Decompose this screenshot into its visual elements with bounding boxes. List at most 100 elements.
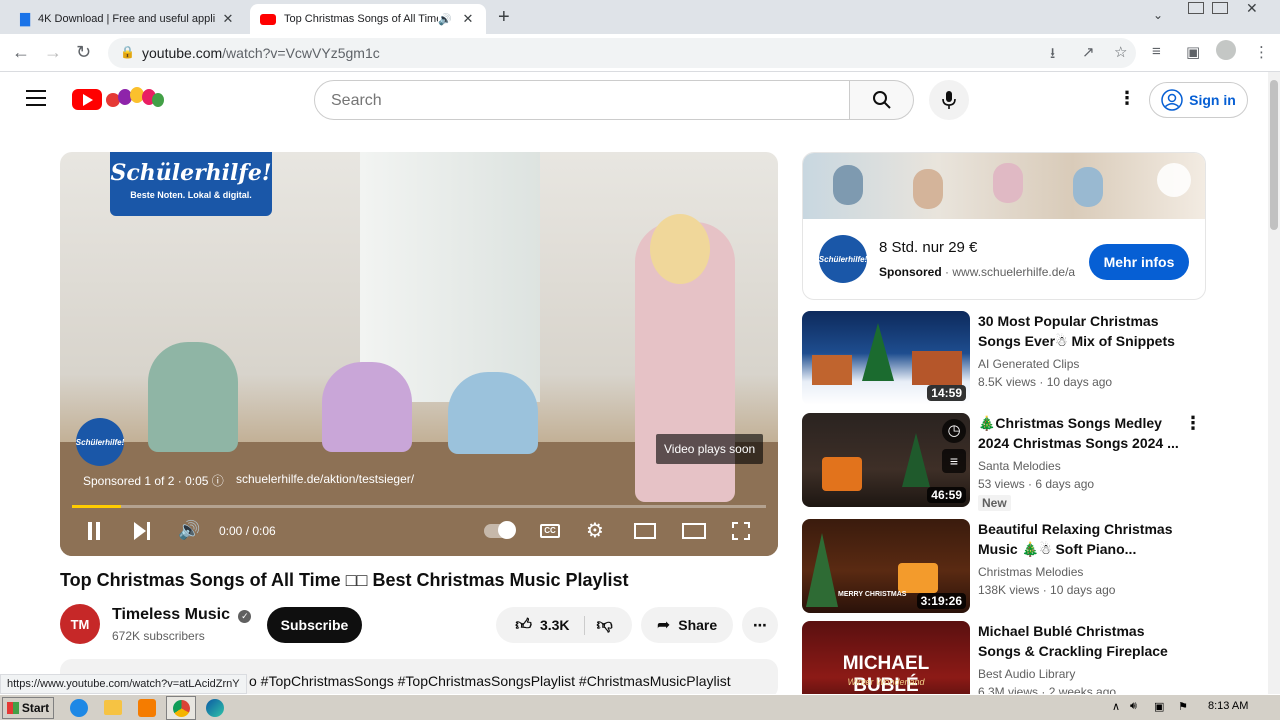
video-title: Top Christmas Songs of All Time □□ Best … [60,570,629,590]
edge-icon[interactable] [206,699,224,717]
search-input[interactable]: Search [314,80,850,120]
like-button[interactable]: 👍︎ 3.3K [515,615,585,635]
fullscreen-icon[interactable] [732,522,750,540]
video-plays-soon[interactable]: Video plays soon [656,434,764,464]
tab-title: 4K Download | Free and useful appli [38,13,216,25]
more-actions-button[interactable]: ⋯ [742,607,778,643]
scrollbar-thumb[interactable] [1270,80,1278,230]
ad-url-link[interactable]: schuelerhilfe.de/aktion/testsieger/ [236,472,414,486]
video-meta: 8.5K views · 10 days ago [978,375,1113,389]
autoplay-toggle[interactable] [484,521,516,539]
browser-toolbar: ← → ↻ 🔒 youtube.com/watch?v=VcwVYz5gm1c … [0,34,1280,72]
theater-mode-icon[interactable] [682,523,706,539]
minimize-button[interactable] [1188,2,1204,14]
watch-later-icon[interactable]: ◷ [942,419,966,443]
doodle-logo-icon[interactable] [106,85,166,111]
chrome-taskbar-button[interactable] [166,696,196,720]
tray-volume-icon[interactable]: 🔊︎ [1130,700,1137,713]
tray-flag-icon[interactable]: ⚑ [1178,700,1188,713]
captions-icon[interactable]: CC [540,524,560,538]
channel-name[interactable]: Timeless Music [112,606,230,623]
youtube-logo-icon[interactable] [72,89,102,110]
time-display: 0:00 / 0:06 [219,524,276,538]
subscribe-button[interactable]: Subscribe [267,607,362,643]
hamburger-menu-icon[interactable] [26,90,46,106]
video-thumbnail[interactable]: MERRY CHRISTMAS 3:19:26 [802,519,970,613]
ad-banner-image [803,153,1205,219]
video-duration: 14:59 [927,385,966,401]
taskbar: Start ∧ 🔊︎ ▣ ⚑ 8:13 AM [0,694,1280,720]
chrome-menu-icon[interactable]: ⋮ [1254,43,1269,61]
new-tab-button[interactable]: + [498,6,510,29]
tab-4k-download[interactable]: ▇ 4K Download | Free and useful appli ✕ [10,4,246,34]
file-explorer-icon[interactable] [104,700,122,715]
video-duration: 46:59 [927,487,966,503]
clock[interactable]: 8:13 AM [1208,700,1248,712]
restore-button[interactable] [1212,2,1228,14]
close-window-button[interactable]: ✕ [1246,0,1258,17]
recommended-video[interactable]: 14:59 30 Most Popular Christmas Songs Ev… [802,311,1202,405]
video-thumbnail[interactable]: 14:59 [802,311,970,405]
next-icon[interactable] [134,522,150,545]
video-title[interactable]: 30 Most Popular Christmas Songs Ever☃ Mi… [978,311,1184,351]
tab-search-icon[interactable]: ⌄ [1153,8,1163,22]
thumbnail-subtitle-text: Winter Wonderland [847,677,925,687]
share-page-icon[interactable]: ↗ [1082,43,1095,61]
ad-logo[interactable]: Schülerhilfe! [819,235,867,283]
search-button[interactable] [850,80,914,120]
close-tab-icon[interactable]: ✕ [460,11,476,27]
student-figure [322,362,412,452]
channel-name[interactable]: Best Audio Library [978,667,1075,681]
miniplayer-icon[interactable] [634,523,656,539]
settings-more-icon[interactable]: ⋮ [1118,88,1136,109]
more-options-icon[interactable]: ⋮ [1184,413,1202,434]
tab-youtube[interactable]: Top Christmas Songs of All Time 🔊 ✕ [250,4,486,34]
install-icon[interactable]: ⭳ [1050,43,1055,68]
pause-icon[interactable] [88,522,92,540]
internet-explorer-icon[interactable] [70,699,88,717]
channel-name[interactable]: Christmas Melodies [978,565,1083,579]
voice-search-button[interactable] [929,80,969,120]
side-panel-icon[interactable]: ▣ [1186,43,1200,61]
channel-avatar[interactable]: TM [60,604,100,644]
channel-name-row[interactable]: Timeless Music ✓ [112,606,252,624]
ad-cta-button[interactable]: Mehr infos [1089,244,1189,280]
back-arrow-icon[interactable]: ← [12,42,30,63]
ad-channel-badge[interactable]: Schülerhilfe! [76,418,124,466]
media-player-icon[interactable] [138,699,156,717]
media-control-icon[interactable]: ≡ [1152,43,1161,60]
volume-icon[interactable]: 🔊 [178,520,200,541]
youtube-header: Search ⋮ Sign in [0,72,1268,128]
video-player[interactable]: Schülerhilfe! Beste Noten. Lokal & digit… [60,152,778,556]
add-to-queue-icon[interactable]: ≡ [942,449,966,473]
address-bar[interactable]: 🔒 youtube.com/watch?v=VcwVYz5gm1c [108,38,1136,68]
ad-headline[interactable]: 8 Std. nur 29 € [879,239,977,256]
video-title[interactable]: Beautiful Relaxing Christmas Music 🎄☃ So… [978,519,1184,559]
share-button[interactable]: ➦ Share [641,607,733,643]
start-button[interactable]: Start [2,697,54,719]
video-title[interactable]: 🎄Christmas Songs Medley 2024 Christmas S… [978,413,1184,453]
video-thumbnail[interactable]: MICHAEL BUBLÉ Winter Wonderland [802,621,970,694]
thumbnail-title-text: MICHAEL BUBLÉ [842,653,930,694]
recommended-video[interactable]: MERRY CHRISTMAS 3:19:26 Beautiful Relaxi… [802,519,1202,613]
channel-name[interactable]: AI Generated Clips [978,357,1079,371]
bookmark-star-icon[interactable]: ☆ [1114,43,1127,61]
recommended-video[interactable]: ◷ ≡ 46:59 🎄Christmas Songs Medley 2024 C… [802,413,1202,511]
reload-icon[interactable]: ↻ [76,42,91,63]
forward-arrow-icon[interactable]: → [44,42,62,63]
thumbs-down-icon[interactable]: 👎︎ [593,616,613,635]
tray-network-icon[interactable]: ▣ [1154,700,1164,713]
recommended-video[interactable]: MICHAEL BUBLÉ Winter Wonderland Michael … [802,621,1202,694]
tray-chevron-icon[interactable]: ∧ [1112,700,1120,713]
settings-gear-icon[interactable]: ⚙ [586,518,604,543]
sidebar-ad-card[interactable]: Schülerhilfe! 8 Std. nur 29 € Sponsored … [802,152,1206,300]
video-thumbnail[interactable]: ◷ ≡ 46:59 [802,413,970,507]
speaker-icon[interactable]: 🔊 [438,13,452,26]
close-tab-icon[interactable]: ✕ [220,11,236,27]
page-scrollbar[interactable] [1268,72,1280,694]
sign-in-button[interactable]: Sign in [1149,82,1248,118]
profile-avatar-icon[interactable] [1216,40,1236,60]
progress-bar[interactable] [72,505,766,508]
video-title[interactable]: Michael Bublé Christmas Songs & Cracklin… [978,621,1184,661]
channel-name[interactable]: Santa Melodies [978,459,1061,473]
